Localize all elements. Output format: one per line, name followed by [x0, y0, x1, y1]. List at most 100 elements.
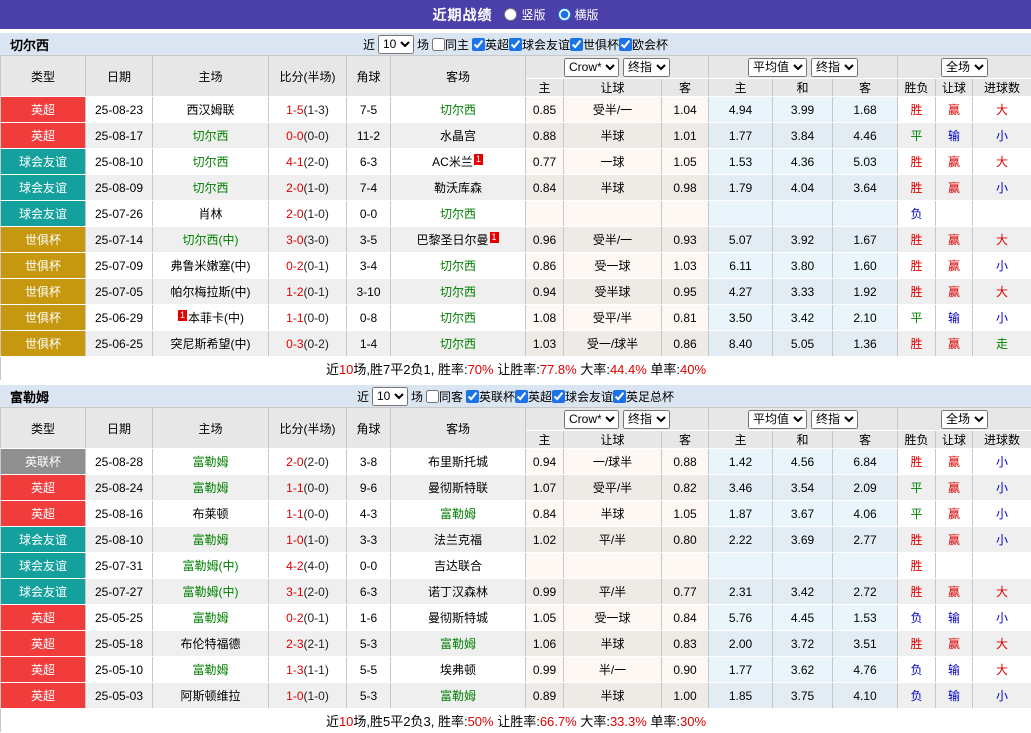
away-team: 切尔西	[391, 279, 526, 305]
team-label: 曼彻斯特城	[428, 611, 488, 625]
league-checkbox[interactable]	[619, 38, 632, 51]
league-filter[interactable]: 英超	[515, 388, 552, 405]
col-odds-away: 客	[662, 79, 709, 97]
league-filter[interactable]: 英联杯	[466, 388, 515, 405]
halftime-score: (0-0)	[304, 129, 329, 143]
league-filter[interactable]: 球会友谊	[509, 36, 570, 53]
league-filter[interactable]: 欧会杯	[619, 36, 668, 53]
team-name: 切尔西	[10, 35, 49, 54]
avg-home: 5.07	[709, 227, 773, 253]
match-date: 25-08-24	[86, 475, 153, 501]
col-date: 日期	[86, 408, 153, 449]
col-type: 类型	[1, 408, 86, 449]
home-team: 切尔西	[153, 175, 269, 201]
home-team: 布莱顿	[153, 501, 269, 527]
home-team: 1本菲卡(中)	[153, 305, 269, 331]
avg-stage-select[interactable]: 终指	[811, 58, 858, 77]
league-filter-label: 英超	[485, 36, 509, 53]
league-checkbox[interactable]	[466, 390, 479, 403]
league-badge: 球会友谊	[1, 579, 86, 605]
result-mark: 胜	[898, 331, 936, 357]
result-mark: 负	[898, 605, 936, 631]
match-count-select[interactable]: 10	[378, 35, 414, 54]
result-mark: 平	[898, 501, 936, 527]
summary-label: 近	[326, 714, 339, 729]
same-filter[interactable]: 同客	[426, 388, 463, 405]
handicap-mark: 赢	[936, 331, 973, 357]
bookmaker-select[interactable]: Crow*	[564, 410, 619, 429]
result-mark: 平	[898, 123, 936, 149]
scope-select[interactable]: 全场	[941, 410, 988, 429]
avg-draw: 4.45	[773, 605, 833, 631]
result-mark: 胜	[898, 579, 936, 605]
away-team: 曼彻斯特联	[391, 475, 526, 501]
layout-vertical-option[interactable]: 竖版	[504, 6, 545, 23]
team-label: 切尔西	[192, 129, 228, 143]
goals-mark: 大	[973, 279, 1031, 305]
league-checkbox[interactable]	[570, 38, 583, 51]
team-label: 切尔西	[440, 337, 476, 351]
odds-stage-select[interactable]: 终指	[623, 58, 670, 77]
match-score: 0-3(0-2)	[269, 331, 347, 357]
match-row: 球会友谊25-08-09切尔西2-0(1-0)7-4勒沃库森0.84半球0.98…	[1, 175, 1031, 201]
avg-away: 1.36	[833, 331, 898, 357]
avg-draw: 3.84	[773, 123, 833, 149]
goals-mark: 小	[973, 475, 1031, 501]
team-label: 切尔西	[440, 259, 476, 273]
scope-select[interactable]: 全场	[941, 58, 988, 77]
odds-away: 0.80	[662, 527, 709, 553]
goals-mark: 大	[973, 631, 1031, 657]
avg-draw: 3.72	[773, 631, 833, 657]
league-filter[interactable]: 英足总杯	[613, 388, 674, 405]
col-handicap: 让球	[564, 431, 662, 449]
same-filter[interactable]: 同主	[432, 36, 469, 53]
layout-horizontal-radio[interactable]	[558, 8, 571, 21]
avg-source-select[interactable]: 平均值	[748, 58, 807, 77]
avg-draw: 3.33	[773, 279, 833, 305]
match-count-select[interactable]: 10	[372, 387, 408, 406]
league-checkbox[interactable]	[613, 390, 626, 403]
team-label: 布莱顿	[192, 507, 228, 521]
avg-stage-select[interactable]: 终指	[811, 410, 858, 429]
odds-handicap: 半球	[564, 123, 662, 149]
league-badge: 球会友谊	[1, 175, 86, 201]
bookmaker-select[interactable]: Crow*	[564, 58, 619, 77]
halftime-score: (1-0)	[304, 533, 329, 547]
corners: 3-10	[347, 279, 391, 305]
league-filter-label: 球会友谊	[522, 36, 570, 53]
home-team: 切尔西	[153, 123, 269, 149]
match-date: 25-07-31	[86, 553, 153, 579]
avg-source-select[interactable]: 平均值	[748, 410, 807, 429]
avg-away: 1.92	[833, 279, 898, 305]
same-venue-checkbox[interactable]	[432, 38, 445, 51]
avg-draw: 4.36	[773, 149, 833, 175]
avg-away: 2.10	[833, 305, 898, 331]
same-venue-checkbox[interactable]	[426, 390, 439, 403]
match-score: 1-3(1-1)	[269, 657, 347, 683]
team-label: 切尔西	[440, 207, 476, 221]
league-filter[interactable]: 球会友谊	[552, 388, 613, 405]
league-checkbox[interactable]	[509, 38, 522, 51]
halftime-score: (0-0)	[304, 507, 329, 521]
league-filter[interactable]: 世俱杯	[570, 36, 619, 53]
corners: 3-3	[347, 527, 391, 553]
fulltime-score: 2-0	[286, 207, 303, 221]
layout-vertical-radio[interactable]	[504, 8, 517, 21]
league-badge: 世俱杯	[1, 253, 86, 279]
fulltime-score: 4-2	[286, 559, 303, 573]
near-label: 近	[357, 388, 369, 405]
odds-handicap: 半球	[564, 631, 662, 657]
league-checkbox[interactable]	[472, 38, 485, 51]
halftime-score: (0-0)	[304, 311, 329, 325]
league-checkbox[interactable]	[552, 390, 565, 403]
col-date: 日期	[86, 56, 153, 97]
league-checkbox[interactable]	[515, 390, 528, 403]
odds-away: 0.98	[662, 175, 709, 201]
league-filter[interactable]: 英超	[472, 36, 509, 53]
goals-mark: 大	[973, 97, 1031, 123]
layout-horizontal-option[interactable]: 横版	[558, 6, 599, 23]
avg-home: 1.85	[709, 683, 773, 709]
avg-draw: 3.42	[773, 305, 833, 331]
odds-stage-select[interactable]: 终指	[623, 410, 670, 429]
fulltime-score: 3-1	[286, 585, 303, 599]
